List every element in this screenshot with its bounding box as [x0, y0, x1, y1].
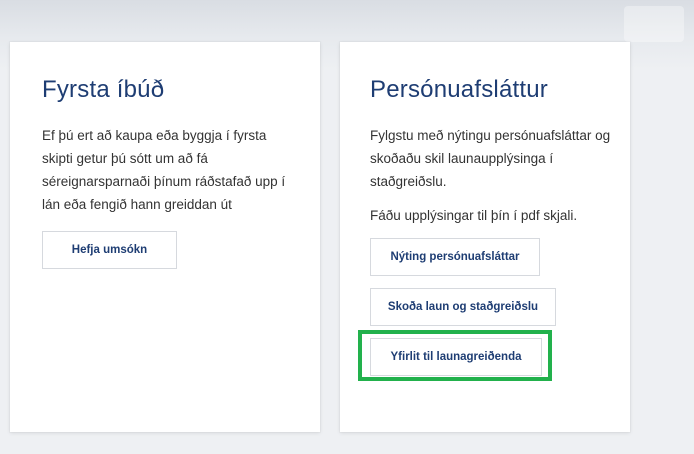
- personal-allowance-title: Persónuafsláttur: [370, 76, 548, 103]
- employer-overview-button[interactable]: Yfirlit til launagreiðenda: [370, 338, 542, 376]
- first-home-card: Fyrsta íbúð Ef þú ert að kaupa eða byggj…: [10, 42, 320, 432]
- first-home-description: Ef þú ert að kaupa eða byggja í fyrsta s…: [42, 128, 286, 212]
- pdf-info-text: Fáðu upplýsingar til þín í pdf skjali.: [370, 208, 578, 223]
- personal-allowance-description: Fylgstu með nýtingu persónuafsláttar og …: [370, 128, 611, 189]
- first-home-title: Fyrsta íbúð: [42, 76, 165, 103]
- allowance-usage-button[interactable]: Nýting persónuafsláttar: [370, 238, 540, 276]
- view-salary-button[interactable]: Skoða laun og staðgreiðslu: [370, 288, 556, 326]
- personal-allowance-card: Persónuafsláttur Fylgstu með nýtingu per…: [340, 42, 630, 432]
- start-application-button[interactable]: Hefja umsókn: [42, 231, 177, 269]
